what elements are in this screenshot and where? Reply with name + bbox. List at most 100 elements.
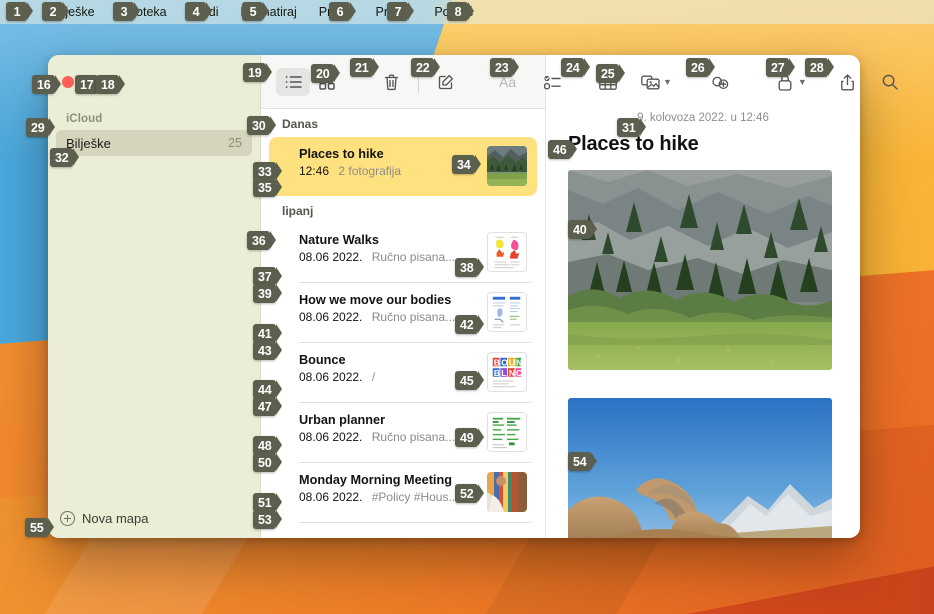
note-snippet: Ručno pisana... [371,310,456,325]
note-snippet: Ručno pisana... [371,430,456,445]
sidebar-item-label: Bilješke [66,135,111,151]
new-folder-button[interactable]: Nova mapa [48,498,260,538]
note-detail-title: Places to hike [568,133,699,155]
annotation-badge-32: 32 [50,148,78,167]
lock-chevron-down-icon[interactable]: ▼ [798,77,807,87]
svg-text:B: B [494,357,500,367]
note-snippet: / [371,370,376,385]
annotation-badge-8: 8 [447,2,474,21]
note-thumbnail [487,232,527,272]
sidebar-item-notes[interactable]: Bilješke 25 [56,130,252,156]
annotation-badge-6: 6 [329,2,356,21]
annotation-badge-17: 17 [75,75,103,94]
annotation-badge-5: 5 [242,2,269,21]
svg-text:B: B [494,368,500,378]
list-view-button[interactable] [276,68,310,96]
annotation-badge-28: 28 [805,58,833,77]
annotation-badge-38: 38 [455,258,483,277]
note-group-header-june: lipanj [282,204,314,218]
note-content[interactable]: 9. kolovoza 2022. u 12:46 Places to hike [546,109,860,538]
note-list-item[interactable]: Monday Morning Meeting 08.06 2022. #Poli… [269,463,537,522]
annotation-badge-1: 1 [6,2,33,21]
new-folder-label: Nova mapa [82,510,149,526]
note-date: 08.06 2022. [299,250,363,265]
annotation-badge-54: 54 [568,452,596,471]
sidebar-folder-list: iCloud Bilješke 25 [48,109,260,498]
note-photo-mountain-meadow[interactable] [568,170,832,370]
annotation-badge-36: 36 [247,231,275,250]
note-list-item[interactable]: Urban planner 08.06 2022. Ručno pisana..… [269,403,537,462]
note-list-separator [299,522,531,523]
share-button[interactable] [831,68,865,96]
note-date: 08.06 2022. [299,430,363,445]
plus-circle-icon [60,510,75,526]
annotation-badge-27: 27 [766,58,794,77]
annotation-badge-34: 34 [452,155,480,174]
note-title: Monday Morning Meeting [299,473,452,487]
note-date: 08.06 2022. [299,370,363,385]
note-list-item[interactable]: How we move our bodies 08.06 2022. Ručno… [269,283,537,342]
media-chevron-down-icon[interactable]: ▼ [663,77,672,87]
note-title: How we move our bodies [299,293,452,307]
annotation-badge-16: 16 [32,75,60,94]
sidebar-section-icloud: iCloud [66,113,103,125]
note-title: Nature Walks [299,233,379,247]
annotation-badge-46: 46 [548,140,576,159]
note-snippet: Ručno pisana... [371,250,456,265]
annotation-badge-45: 45 [455,371,483,390]
annotation-badge-52: 52 [455,484,483,503]
annotation-badge-39: 39 [253,284,281,303]
search-button[interactable] [873,68,907,96]
note-list[interactable]: Danas Places to hike 12:46 2 fotografija [261,109,545,538]
note-date: 08.06 2022. [299,310,363,325]
note-photo-desert-arch[interactable] [568,398,832,538]
annotation-badge-53: 53 [253,510,281,529]
annotation-badge-7: 7 [387,2,414,21]
annotation-badge-20: 20 [311,64,339,83]
note-group-header-today: Danas [282,117,319,131]
annotation-badge-21: 21 [350,58,378,77]
note-detail-date: 9. kolovoza 2022. u 12:46 [637,112,769,124]
annotation-badge-29: 29 [26,118,54,137]
note-list-column: Danas Places to hike 12:46 2 fotografija [261,55,546,538]
svg-text:O: O [501,357,508,367]
annotation-badge-31: 31 [617,118,645,137]
annotation-badge-22: 22 [411,58,439,77]
note-thumbnail [487,292,527,332]
delete-note-button[interactable] [374,68,408,96]
annotation-badge-30: 30 [247,116,275,135]
annotation-badge-35: 35 [253,178,281,197]
note-list-item[interactable]: Places to hike 12:46 2 fotografija [269,137,537,196]
note-date: 08.06 2022. [299,490,363,505]
note-list-item[interactable]: Bounce 08.06 2022. / B O U N B L N C [269,343,537,402]
annotation-badge-25: 25 [596,64,624,83]
note-thumbnail: B O U N B L N C [487,352,527,392]
note-thumbnail [487,472,527,512]
annotation-badge-43: 43 [253,341,281,360]
annotation-badge-47: 47 [253,397,281,416]
note-title: Bounce [299,353,346,367]
note-snippet: #Policy #Hous... [371,490,459,505]
sidebar: iCloud Bilješke 25 Nova mapa [48,55,261,538]
note-date: 12:46 [299,164,330,179]
note-snippet: 2 fotografija [338,164,402,179]
svg-text:L: L [501,368,506,378]
annotation-badge-24: 24 [561,58,589,77]
annotation-badge-26: 26 [686,58,714,77]
note-title: Urban planner [299,413,386,427]
annotation-badge-49: 49 [455,428,483,447]
note-thumbnail [487,146,527,186]
svg-text:N: N [516,357,522,367]
annotation-badge-3: 3 [113,2,140,21]
notes-window: iCloud Bilješke 25 Nova mapa Danas Place… [48,55,860,538]
annotation-badge-18: 18 [96,75,124,94]
annotation-badge-55: 55 [25,518,53,537]
annotation-badge-23: 23 [490,58,518,77]
annotation-badge-4: 4 [185,2,212,21]
note-list-item[interactable]: Nature Walks 08.06 2022. Ručno pisana... [269,223,537,282]
sidebar-item-count: 25 [228,136,242,150]
svg-text:U: U [509,357,515,367]
svg-text:N: N [509,368,515,378]
note-thumbnail [487,412,527,452]
media-button[interactable] [633,68,667,96]
